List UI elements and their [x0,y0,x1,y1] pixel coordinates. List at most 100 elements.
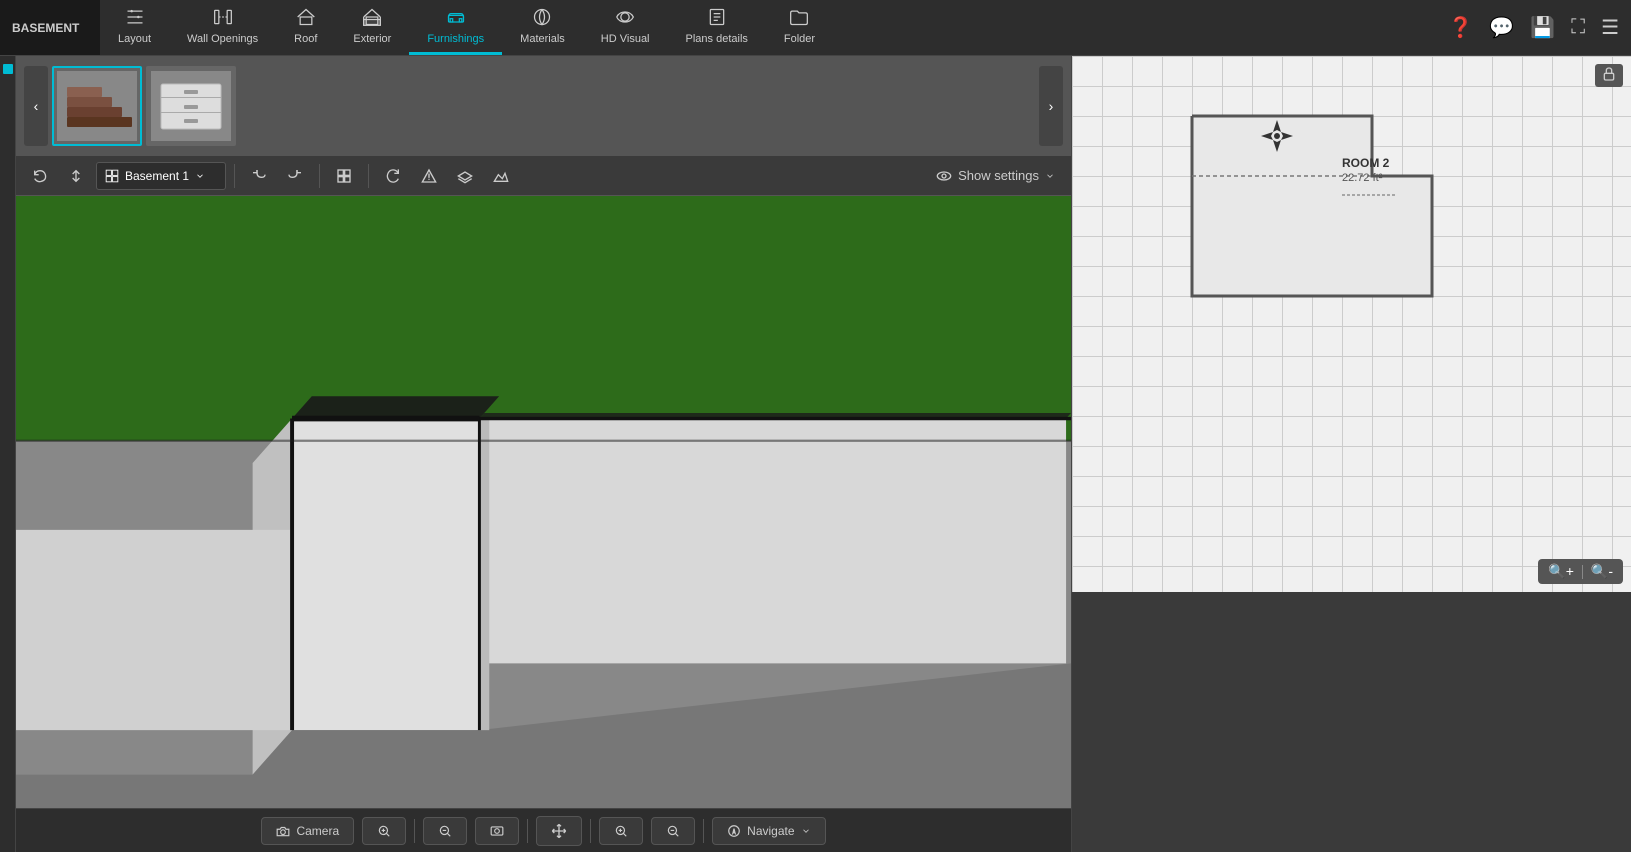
room-area: 22.72 ft² [1342,172,1402,184]
up-down-tool[interactable] [60,161,92,191]
materials-label: Materials [520,33,565,45]
camera-button-label: Camera [296,824,339,838]
nav-item-wall-openings[interactable]: Wall Openings [169,0,276,55]
layout-icon [125,7,145,30]
nav-right-buttons: ❓ 💬 💾 ⛶ ☰ [1448,15,1631,40]
toolbar: Basement 1 [16,156,1071,196]
bottom-divider-3 [590,819,591,843]
nav-item-plans-details[interactable]: Plans details [668,0,766,55]
viewport-canvas [16,196,1071,808]
zoom-in-button[interactable] [599,817,643,845]
room-svg [1172,96,1452,316]
floor-selector-icon [105,169,119,183]
cam-zoom-out-icon [438,824,452,838]
terrain-tool[interactable] [485,161,517,191]
bottom-divider-1 [414,819,415,843]
screenshot-button[interactable] [475,817,519,845]
cam-zoom-out-button[interactable] [423,817,467,845]
nav-item-hd-visual[interactable]: HD Visual [583,0,668,55]
right-panel-bottom [1072,592,1631,852]
nav-item-layout[interactable]: Layout [100,0,169,55]
move-icon [551,823,567,839]
compass-control[interactable] [1257,116,1297,161]
room-label: ROOM 2 [1342,156,1402,170]
furnishings-label: Furnishings [427,33,484,45]
layout-label: Layout [118,33,151,45]
plans-details-icon [707,7,727,30]
minimap-zoom-out-button[interactable]: 🔍- [1587,562,1617,581]
cam-zoom-in-button[interactable] [362,817,406,845]
nav-item-furnishings[interactable]: Furnishings [409,0,502,55]
room-dimension-line [1342,188,1402,203]
hd-visual-label: HD Visual [601,33,650,45]
main-content: ‹ [0,56,1631,852]
nav-items: Layout Wall Openings Roof [100,0,1448,55]
drawer-thumbnail-inner [151,71,231,141]
nav-item-materials[interactable]: Materials [502,0,583,55]
floor-selector[interactable]: Basement 1 [96,162,226,190]
sidebar-color-indicator [3,64,13,74]
refresh-tool[interactable] [24,161,56,191]
hd-visual-icon [615,7,635,30]
bottom-toolbar: Camera [16,808,1071,852]
warning-tool[interactable] [413,161,445,191]
app-title: BASEMENT [0,0,100,55]
materials-icon [532,7,552,30]
thumb-next-button[interactable]: › [1039,66,1063,146]
floor-selector-label: Basement 1 [125,169,189,183]
viewport-3d[interactable] [16,196,1071,808]
drawer-thumbnail-svg [156,79,226,134]
view-tool[interactable] [328,161,360,191]
redo-tool[interactable] [279,161,311,191]
bottom-divider-2 [527,819,528,843]
navigate-button-label: Navigate [747,824,794,838]
show-settings-button[interactable]: Show settings [928,164,1063,188]
wall-openings-label: Wall Openings [187,33,258,45]
minimap-save-control [1595,64,1623,87]
minimap-zoom-in-button[interactable]: 🔍+ [1544,562,1578,581]
bottom-divider-4 [703,819,704,843]
move-button[interactable] [536,816,582,846]
minimap-controls: 🔍+ 🔍- [1538,559,1623,584]
compass-svg [1257,116,1297,156]
navigate-icon [727,824,741,838]
top-navigation: BASEMENT Layout Wall Openings [0,0,1631,56]
cam-zoom-in-icon [377,824,391,838]
screenshot-icon [490,824,504,838]
camera-button[interactable]: Camera [261,817,354,845]
nav-item-folder[interactable]: Folder [766,0,833,55]
save-button[interactable]: 💾 [1530,15,1555,40]
tool-divider-3 [368,164,369,188]
thumbnail-drawer[interactable] [146,66,236,146]
layers-tool[interactable] [449,161,481,191]
thumb-prev-button[interactable]: ‹ [24,66,48,146]
navigate-button[interactable]: Navigate [712,817,825,845]
show-settings-label: Show settings [958,168,1039,183]
plans-details-label: Plans details [686,33,748,45]
left-sidebar [0,56,16,852]
thumbnail-stair[interactable] [52,66,142,146]
minimap-save-button[interactable] [1595,64,1623,87]
help-button[interactable]: ❓ [1448,15,1473,40]
undo-tool[interactable] [243,161,275,191]
minimap-container[interactable]: ROOM 2 22.72 ft² 🔍+ [1072,56,1631,592]
fullscreen-button[interactable]: ⛶ [1571,16,1585,39]
zoom-in-icon [614,824,628,838]
tool-divider-1 [234,164,235,188]
save-lock-icon [1601,66,1617,82]
show-settings-chevron-icon [1045,171,1055,181]
nav-item-roof[interactable]: Roof [276,0,335,55]
roof-icon [296,7,316,30]
thumbnail-strip: ‹ [16,56,1071,156]
canvas-area: ‹ [16,56,1071,852]
furnishings-icon [446,7,466,30]
nav-item-exterior[interactable]: Exterior [335,0,409,55]
minimap-ctrl-divider [1582,565,1583,579]
zoom-out-button[interactable] [651,817,695,845]
camera-icon [276,824,290,838]
zoom-out-icon [666,824,680,838]
rotate-tool[interactable] [377,161,409,191]
stair-thumbnail-inner [57,71,137,141]
menu-button[interactable]: ☰ [1601,15,1619,40]
chat-button[interactable]: 💬 [1489,15,1514,40]
